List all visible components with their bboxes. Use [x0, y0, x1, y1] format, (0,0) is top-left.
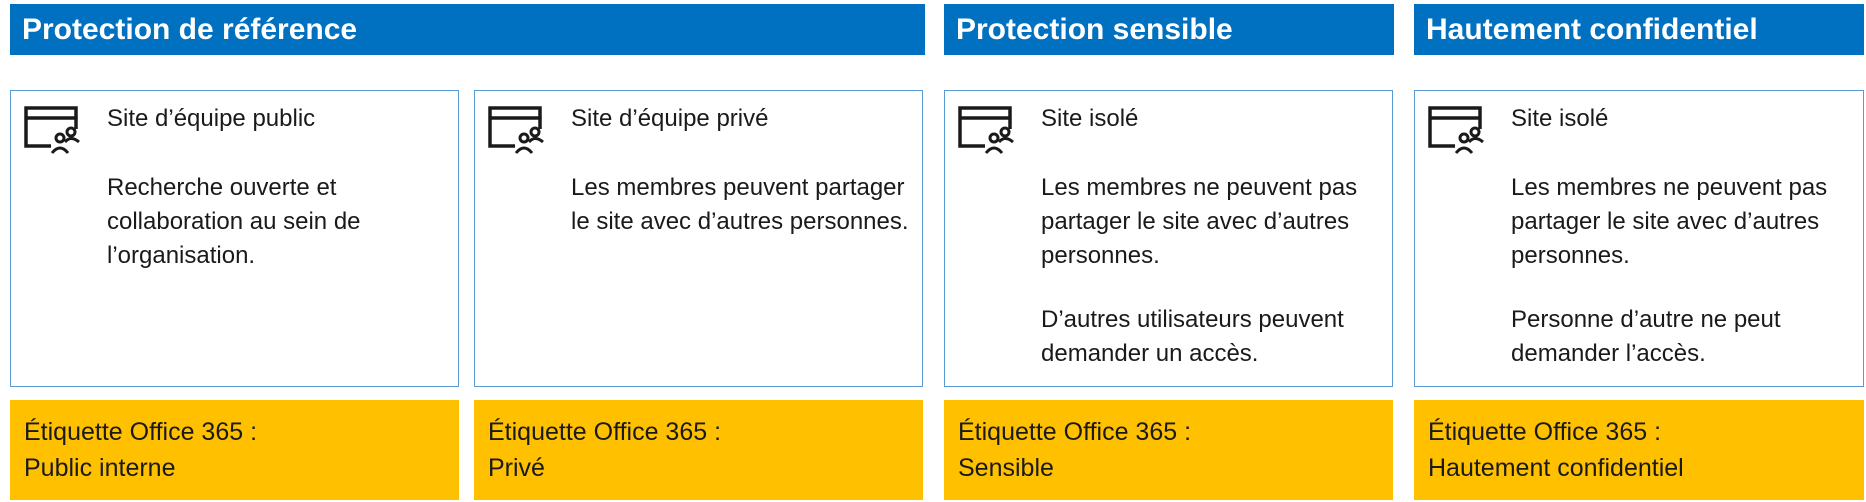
card-isolated-site-sensitive: Site isolé Les membres ne peuvent pas pa… — [944, 90, 1393, 387]
label-line1: Étiquette Office 365 : — [958, 418, 1192, 446]
label-line1: Étiquette Office 365 : — [1428, 418, 1662, 446]
label-line1: Étiquette Office 365 : — [488, 418, 722, 446]
label-highly-confidential: Étiquette Office 365 : Hautement confide… — [1414, 400, 1864, 500]
card-paragraph: Les membres ne peuvent pas partager le s… — [1511, 174, 1828, 269]
card-title: Site isolé — [1041, 105, 1139, 132]
card-title: Site isolé — [1511, 105, 1609, 132]
header-baseline-protection: Protection de référence — [10, 4, 925, 55]
label-line2: Public interne — [24, 454, 176, 482]
card-paragraph: D’autres utilisateurs peuvent demander u… — [1041, 306, 1344, 367]
card-title: Site d’équipe privé — [571, 105, 769, 132]
label-private: Étiquette Office 365 : Privé — [474, 400, 923, 500]
card-public-team-site: Site d’équipe public Recherche ouverte e… — [10, 90, 459, 387]
team-site-icon — [1428, 106, 1487, 157]
label-line2: Sensible — [958, 454, 1054, 482]
team-site-icon — [958, 106, 1017, 157]
card-paragraph: Recherche ouverte et collaboration au se… — [107, 174, 361, 269]
card-paragraph: Les membres peuvent partager le site ave… — [571, 174, 909, 235]
card-description: Les membres ne peuvent pas partager le s… — [1511, 171, 1853, 401]
label-sensitive: Étiquette Office 365 : Sensible — [944, 400, 1393, 500]
header-highly-confidential: Hautement confidentiel — [1414, 4, 1864, 55]
team-site-icon — [24, 106, 83, 157]
label-line1: Étiquette Office 365 : — [24, 418, 258, 446]
label-public-internal: Étiquette Office 365 : Public interne — [10, 400, 459, 500]
card-description: Les membres peuvent partager le site ave… — [571, 171, 912, 269]
card-paragraph: Personne d’autre ne peut demander l’accè… — [1511, 306, 1781, 367]
team-site-icon — [488, 106, 547, 157]
card-description: Recherche ouverte et collaboration au se… — [107, 171, 448, 303]
label-line2: Privé — [488, 454, 545, 482]
card-isolated-site-confidential: Site isolé Les membres ne peuvent pas pa… — [1414, 90, 1864, 387]
card-private-team-site: Site d’équipe privé Les membres peuvent … — [474, 90, 923, 387]
label-line2: Hautement confidentiel — [1428, 454, 1684, 482]
card-description: Les membres ne peuvent pas partager le s… — [1041, 171, 1382, 401]
card-title: Site d’équipe public — [107, 105, 316, 132]
header-sensitive-protection: Protection sensible — [944, 4, 1394, 55]
card-paragraph: Les membres ne peuvent pas partager le s… — [1041, 174, 1358, 269]
